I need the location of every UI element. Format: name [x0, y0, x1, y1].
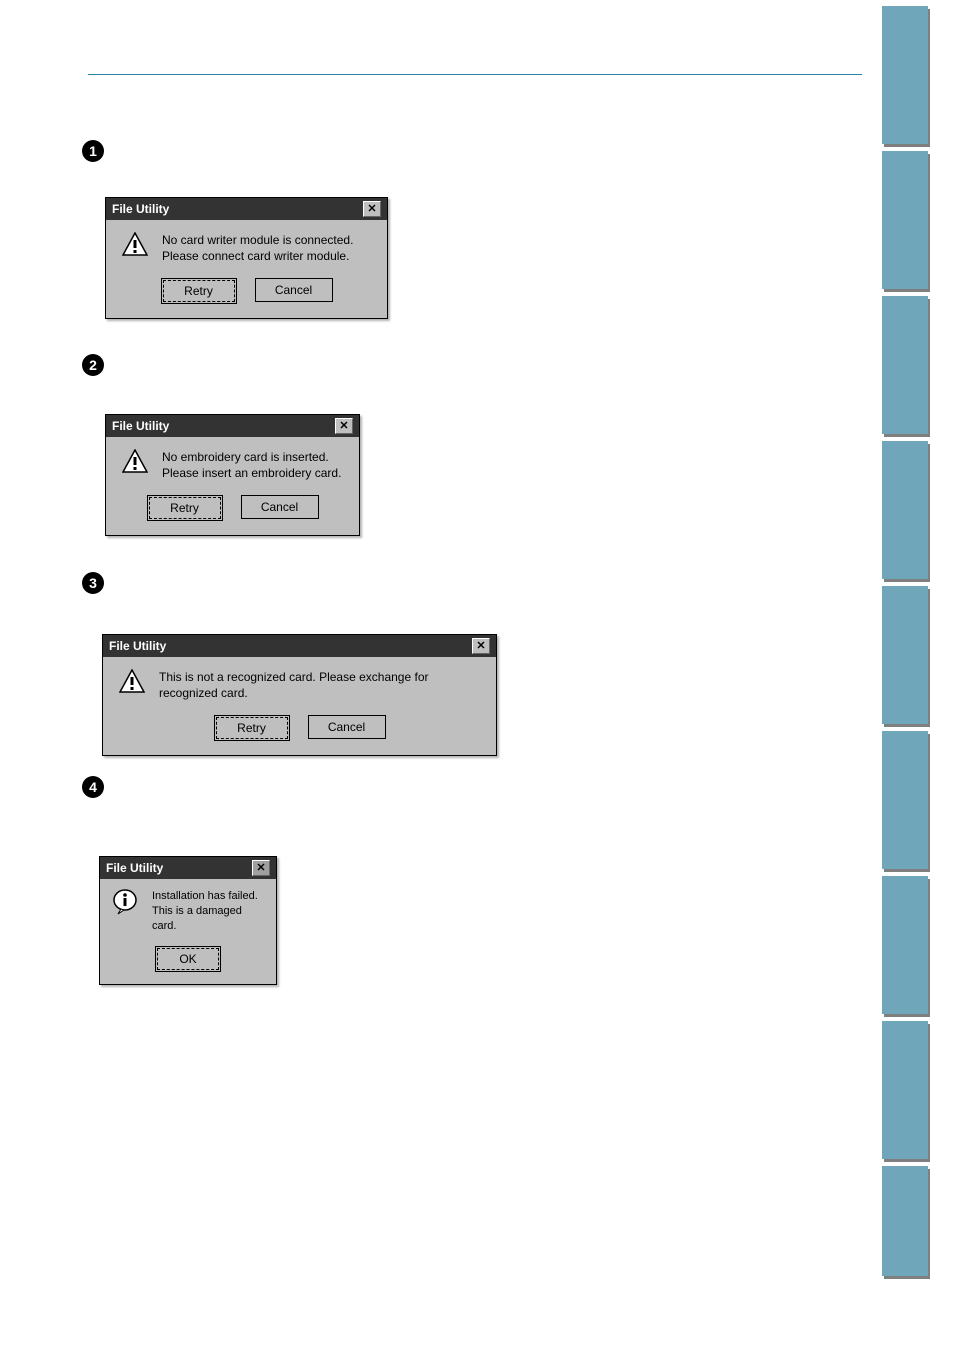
cancel-button[interactable]: Cancel — [308, 715, 386, 739]
close-icon[interactable]: ✕ — [472, 638, 490, 654]
info-icon — [112, 889, 138, 915]
side-tab — [882, 6, 928, 144]
cancel-button[interactable]: Cancel — [255, 278, 333, 302]
close-icon: ✕ — [252, 860, 270, 876]
dialog-2: File Utility ✕ No embroidery card is ins… — [105, 414, 360, 536]
bullet-1: 1 — [82, 140, 104, 162]
close-icon[interactable]: ✕ — [335, 418, 353, 434]
dialog-message: This is not a recognized card. Please ex… — [159, 669, 480, 701]
dialog-titlebar: File Utility ✕ — [106, 198, 387, 220]
side-tab — [882, 1021, 928, 1159]
bullet-4: 4 — [82, 776, 104, 798]
side-tab — [882, 441, 928, 579]
ok-button[interactable]: OK — [157, 948, 219, 970]
retry-button[interactable]: Retry — [163, 280, 235, 302]
dialog-message: Installation has failed. This is a damag… — [152, 889, 264, 934]
dialog-title: File Utility — [112, 202, 169, 216]
retry-button[interactable]: Retry — [216, 717, 288, 739]
dialog-titlebar: File Utility ✕ — [106, 415, 359, 437]
dialog-titlebar: File Utility ✕ — [103, 635, 496, 657]
side-tab — [882, 151, 928, 289]
dialog-title: File Utility — [109, 639, 166, 653]
dialog-titlebar: File Utility ✕ — [100, 857, 276, 879]
cancel-button[interactable]: Cancel — [241, 495, 319, 519]
warning-icon — [122, 449, 148, 473]
side-tab — [882, 731, 928, 869]
close-icon[interactable]: ✕ — [363, 201, 381, 217]
retry-button[interactable]: Retry — [149, 497, 221, 519]
dialog-4: File Utility ✕ Installation has failed. … — [99, 856, 277, 985]
bullet-2: 2 — [82, 354, 104, 376]
side-tab — [882, 296, 928, 434]
dialog-1: File Utility ✕ No card writer module is … — [105, 197, 388, 319]
warning-icon — [122, 232, 148, 256]
dialog-title: File Utility — [112, 419, 169, 433]
side-tab — [882, 1166, 928, 1276]
bullet-3: 3 — [82, 572, 104, 594]
divider-line — [88, 74, 862, 75]
dialog-title: File Utility — [106, 861, 163, 875]
side-tab — [882, 586, 928, 724]
dialog-3: File Utility ✕ This is not a recognized … — [102, 634, 497, 756]
dialog-message: No card writer module is connected. Plea… — [162, 232, 353, 264]
side-tab — [882, 876, 928, 1014]
warning-icon — [119, 669, 145, 693]
dialog-message: No embroidery card is inserted. Please i… — [162, 449, 341, 481]
